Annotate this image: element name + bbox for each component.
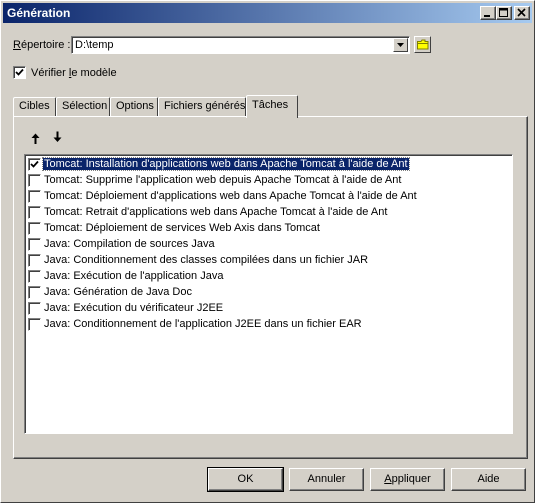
tab-selection[interactable]: Sélection (56, 97, 110, 117)
ok-button[interactable]: OK (207, 467, 284, 492)
list-item[interactable]: Java: Exécution du vérificateur J2EE (27, 301, 507, 317)
checkmark-icon (30, 160, 39, 168)
tab-cibles[interactable]: Cibles (13, 97, 56, 117)
list-item[interactable]: Tomcat: Installation d'applications web … (27, 157, 507, 173)
cancel-button[interactable]: Annuler (289, 468, 364, 491)
directory-dropdown-button[interactable] (393, 38, 408, 52)
list-item[interactable]: Java: Conditionnement de l'application J… (27, 317, 507, 333)
directory-label: Répertoire : (13, 39, 71, 51)
task-checkbox[interactable] (28, 254, 41, 267)
task-label: Java: Conditionnement des classes compil… (44, 254, 369, 266)
task-label: Java: Conditionnement de l'application J… (44, 318, 362, 330)
minimize-icon (484, 15, 490, 17)
task-checkbox[interactable] (28, 158, 41, 171)
title-bar[interactable]: Génération (3, 3, 532, 23)
verify-model-label[interactable]: Vérifier le modèle (31, 67, 117, 79)
move-down-button[interactable] (51, 130, 65, 144)
list-item[interactable]: Tomcat: Déploiement de services Web Axis… (27, 221, 507, 237)
arrow-up-icon (31, 133, 40, 144)
checkmark-icon (15, 68, 24, 76)
task-label: Java: Exécution du vérificateur J2EE (44, 302, 224, 314)
task-checkbox[interactable] (28, 318, 41, 331)
generation-dialog: Génération Répertoire : D:\temp Vérifier… (0, 0, 535, 503)
task-checkbox[interactable] (28, 302, 41, 315)
maximize-icon (499, 8, 508, 17)
tab-fichiers-generes[interactable]: Fichiers générés (158, 97, 246, 117)
list-item[interactable]: Java: Conditionnement des classes compil… (27, 253, 507, 269)
list-item[interactable]: Java: Génération de Java Doc (27, 285, 507, 301)
list-item[interactable]: Tomcat: Déploiement d'applications web d… (27, 189, 507, 205)
browse-folder-button[interactable] (414, 36, 431, 53)
tab-taches[interactable]: Tâches (246, 95, 298, 118)
directory-combobox[interactable]: D:\temp (71, 36, 410, 54)
task-checkbox[interactable] (28, 190, 41, 203)
task-label: Tomcat: Supprime l'application web depui… (44, 174, 402, 186)
task-checkbox[interactable] (28, 206, 41, 219)
task-checkbox[interactable] (28, 174, 41, 187)
maximize-button[interactable] (496, 6, 512, 20)
window-title: Génération (7, 6, 71, 20)
task-list[interactable]: Tomcat: Installation d'applications web … (24, 154, 513, 434)
task-checkbox[interactable] (28, 286, 41, 299)
task-checkbox[interactable] (28, 238, 41, 251)
task-label: Java: Exécution de l'application Java (44, 270, 224, 282)
list-item[interactable]: Tomcat: Supprime l'application web depui… (27, 173, 507, 189)
task-checkbox[interactable] (28, 270, 41, 283)
chevron-down-icon (397, 43, 404, 47)
task-checkbox[interactable] (28, 222, 41, 235)
task-label: Tomcat: Déploiement de services Web Axis… (44, 222, 320, 234)
tab-options[interactable]: Options (110, 97, 158, 117)
list-item[interactable]: Tomcat: Retrait d'applications web dans … (27, 205, 507, 221)
close-button[interactable] (514, 6, 530, 20)
apply-button[interactable]: Appliquer (370, 468, 445, 491)
task-label: Java: Génération de Java Doc (44, 286, 192, 298)
arrow-down-icon (53, 131, 62, 142)
task-label: Tomcat: Déploiement d'applications web d… (44, 190, 417, 202)
list-item[interactable]: Java: Exécution de l'application Java (27, 269, 507, 285)
help-button[interactable]: Aide (451, 468, 526, 491)
task-label: Tomcat: Installation d'applications web … (42, 157, 410, 171)
task-label: Java: Compilation de sources Java (44, 238, 215, 250)
folder-icon (417, 39, 429, 50)
task-label: Tomcat: Retrait d'applications web dans … (44, 206, 388, 218)
list-item[interactable]: Java: Compilation de sources Java (27, 237, 507, 253)
move-up-button[interactable] (29, 132, 43, 146)
minimize-button[interactable] (480, 6, 496, 20)
verify-model-checkbox[interactable] (13, 66, 26, 79)
directory-value: D:\temp (75, 39, 114, 51)
close-icon (517, 8, 526, 17)
